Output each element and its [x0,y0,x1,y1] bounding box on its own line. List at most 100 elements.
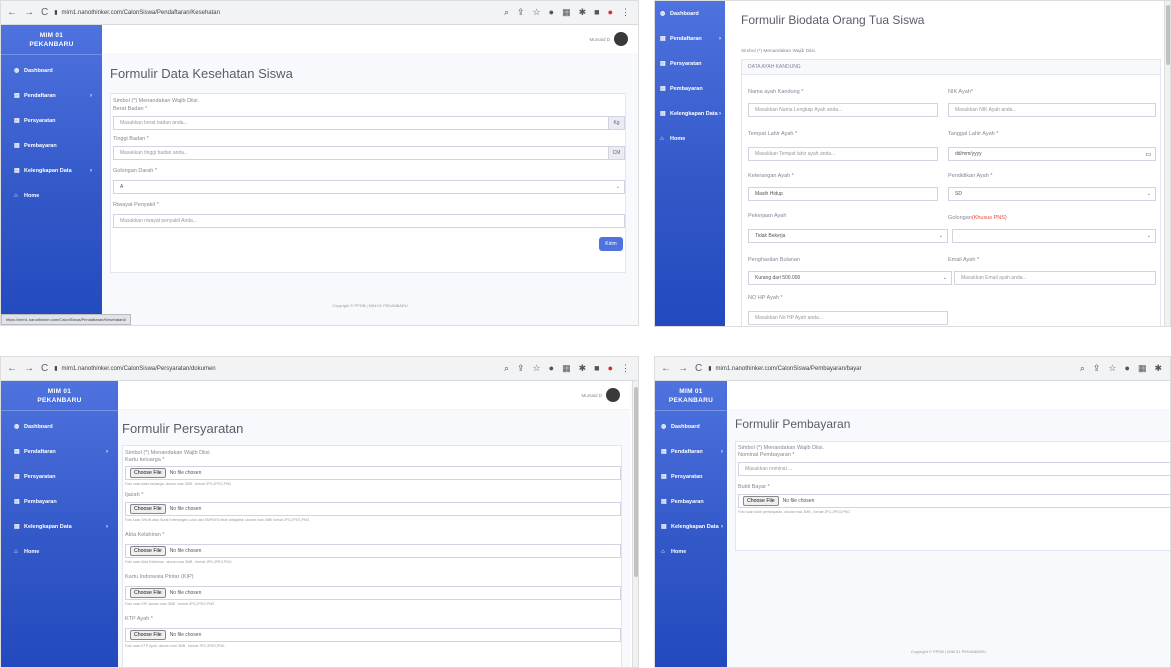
forward-icon[interactable]: → [678,363,688,374]
brand[interactable]: MIM 01 PEKANBARU [1,381,118,411]
menu-icon[interactable]: ⋮ [621,363,630,374]
birthdate-input[interactable]: dd/mm/yyyy ▭ [948,147,1156,161]
rank-select[interactable]: - ⌄ [952,229,1156,243]
zoom-icon[interactable]: ⌕ [504,7,509,18]
status-select[interactable]: Masih Hidup [748,187,938,201]
extension-icon[interactable]: ▦ [1138,363,1147,374]
choose-file-button[interactable]: Choose File [130,588,166,598]
income-select[interactable]: Kurang dari 500.000 ⌄ [748,271,952,285]
sidebar-item-kelengkapan-data[interactable]: ▤ Kelengkapan Data › [1,158,102,183]
choose-file-button[interactable]: Choose File [130,468,166,478]
avatar[interactable] [614,32,628,46]
user-name[interactable]: Mursaid D [589,37,610,42]
scrollbar[interactable] [1164,1,1170,326]
zoom-icon[interactable]: ⌕ [1080,363,1085,374]
sidebar-item-home[interactable]: ⌂ Home [655,539,727,564]
star-icon[interactable]: ☆ [1108,363,1116,374]
choose-file-button[interactable]: Choose File [743,496,779,506]
sidebar-item-dashboard[interactable]: ◍ Dashboard [1,414,118,439]
profile-icon[interactable]: ● [608,7,613,18]
address-bar[interactable]: ▮ mim1.nanothinker.com/CalonSiswa/Persya… [54,365,504,373]
sidebar-item-pendaftaran[interactable]: ▤ Pendaftaran › [1,439,118,464]
history-input[interactable]: Masukkan riwayat penyakit Anda... [113,214,625,228]
sidebar-item-pembayaran[interactable]: ▤ Pembayaran [1,133,102,158]
sidebar-item-dashboard[interactable]: ◍ Dashboard [1,58,102,83]
address-bar[interactable]: ▮ mim1.nanothinker.com/CalonSiswa/Pendaf… [54,9,504,17]
forward-icon[interactable]: → [24,7,34,18]
weight-input[interactable]: Masukkan berat badan anda... Kg [113,116,625,130]
education-select[interactable]: SD ⌄ [948,187,1156,201]
scrollbar[interactable] [632,381,638,667]
avatar[interactable] [606,388,620,402]
job-select[interactable]: Tidak Bekerja ⌄ [748,229,948,243]
back-icon[interactable]: ← [7,7,17,18]
puzzle-icon[interactable]: ✱ [1154,363,1162,374]
ktp-file-input[interactable]: Choose File No file chosen [125,628,621,642]
forward-icon[interactable]: → [24,363,34,374]
star-icon[interactable]: ☆ [533,363,541,374]
sidebar-item-dashboard[interactable]: ◍ Dashboard [655,1,725,26]
window-icon[interactable]: ■ [594,363,599,374]
choose-file-button[interactable]: Choose File [130,546,166,556]
extension-icon[interactable]: ● [1125,363,1130,374]
puzzle-icon[interactable]: ✱ [579,7,587,18]
sidebar-item-home[interactable]: ⌂ Home [655,126,725,151]
submit-button[interactable]: Kirim [599,237,623,251]
scrollbar-thumb[interactable] [634,387,638,577]
sidebar-item-persyaratan[interactable]: ▤ Persyaratan [655,464,727,489]
sidebar-item-home[interactable]: ⌂ Home [1,539,118,564]
brand[interactable]: MIM 01 PEKANBARU [1,25,102,55]
ijazah-file-input[interactable]: Choose File No file chosen [125,502,621,516]
sidebar-item-home[interactable]: ⌂ Home [1,183,102,208]
brand[interactable]: MIM 01 PEKANBARU [655,381,727,411]
proof-file-input[interactable]: Choose File No file chosen [738,494,1170,508]
blood-select[interactable]: A ⌄ [113,180,625,194]
back-icon[interactable]: ← [7,363,17,374]
star-icon[interactable]: ☆ [533,7,541,18]
email-input[interactable]: Masukkan Email ayah anda... [954,271,1156,285]
menu-icon[interactable]: ⋮ [621,7,630,18]
father-name-input[interactable]: Masukkan Nama Lengkap Ayah anda... [748,103,938,117]
share-icon[interactable]: ⇪ [1093,363,1101,374]
user-name[interactable]: Mursaid D [581,393,602,398]
sidebar-item-pembayaran[interactable]: ▤ Pembayaran [655,76,725,101]
sidebar-item-kelengkapan-data[interactable]: ▤ Kelengkapan Data › [655,514,727,539]
extension-icon[interactable]: ● [549,363,554,374]
sidebar-item-pembayaran[interactable]: ▤ Pembayaran [1,489,118,514]
choose-file-button[interactable]: Choose File [130,504,166,514]
extension-icon[interactable]: ▦ [562,363,571,374]
calendar-icon[interactable]: ▭ [1145,151,1151,158]
nik-input[interactable]: Masukkan NIK Ayah anda... [948,103,1156,117]
phone-input[interactable]: Masukkan No HP Ayah anda... [748,311,948,325]
sidebar-item-persyaratan[interactable]: ▤ Persyaratan [1,464,118,489]
zoom-icon[interactable]: ⌕ [504,363,509,374]
sidebar-item-pendaftaran[interactable]: ▤ Pendaftaran › [1,83,102,108]
puzzle-icon[interactable]: ✱ [579,363,587,374]
window-icon[interactable]: ■ [594,7,599,18]
kip-file-input[interactable]: Choose File No file chosen [125,586,621,600]
akta-file-input[interactable]: Choose File No file chosen [125,544,621,558]
sidebar-item-pendaftaran[interactable]: ▤ Pendaftaran › [655,26,725,51]
amount-input[interactable]: Masukkan nominal ... [738,462,1170,476]
sidebar-item-persyaratan[interactable]: ▤ Persyaratan [1,108,102,133]
extension-icon[interactable]: ● [549,7,554,18]
birthplace-input[interactable]: Masukkan Tempat lahir ayah anda... [748,147,938,161]
profile-icon[interactable]: ● [608,363,613,374]
back-icon[interactable]: ← [661,363,671,374]
reload-icon[interactable]: C [695,363,702,374]
sidebar-item-kelengkapan-data[interactable]: ▤ Kelengkapan Data › [655,101,725,126]
sidebar-item-persyaratan[interactable]: ▤ Persyaratan [655,51,725,76]
scrollbar-thumb[interactable] [1166,5,1170,65]
choose-file-button[interactable]: Choose File [130,630,166,640]
sidebar-item-kelengkapan-data[interactable]: ▤ Kelengkapan Data › [1,514,118,539]
height-input[interactable]: Masukkan tinggi badan anda... CM [113,146,625,160]
share-icon[interactable]: ⇪ [517,7,525,18]
reload-icon[interactable]: C [41,363,48,374]
sidebar-item-pendaftaran[interactable]: ▤ Pendaftaran › [655,439,727,464]
share-icon[interactable]: ⇪ [517,363,525,374]
sidebar-item-dashboard[interactable]: ◍ Dashboard [655,414,727,439]
address-bar[interactable]: ▮ mim1.nanothinker.com/CalonSiswa/Pembay… [708,365,1080,373]
kk-file-input[interactable]: Choose File No file chosen [125,466,621,480]
reload-icon[interactable]: C [41,7,48,18]
extension-icon[interactable]: ▦ [562,7,571,18]
